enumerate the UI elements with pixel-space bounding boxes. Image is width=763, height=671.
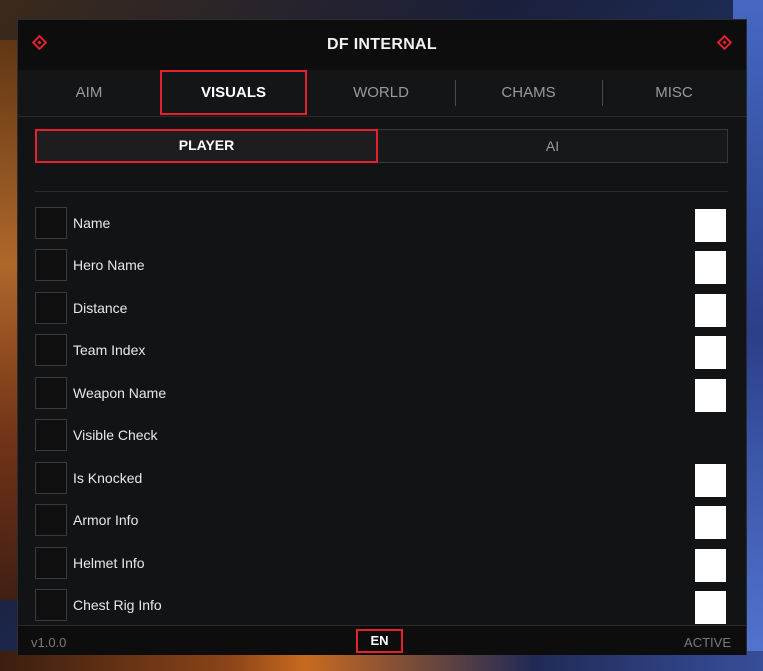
armor-info-checkbox[interactable] (35, 504, 67, 536)
distance-color-swatch[interactable] (695, 294, 726, 327)
tab-misc[interactable]: MISC (602, 70, 746, 115)
option-row-name: Name (35, 207, 728, 242)
option-row-helmet-info: Helmet Info (35, 547, 728, 582)
is-knocked-checkbox[interactable] (35, 462, 67, 494)
sub-tabs: PLAYER AI (35, 129, 728, 163)
option-label: Helmet Info (73, 555, 145, 571)
options-list: Name Hero Name Distance Team Index Weapo… (35, 207, 728, 624)
helmet-info-color-swatch[interactable] (695, 549, 726, 582)
chest-rig-info-color-swatch[interactable] (695, 591, 726, 624)
version-label: v1.0.0 (31, 635, 67, 650)
hero-name-color-swatch[interactable] (695, 251, 726, 284)
option-row-weapon-name: Weapon Name (35, 377, 728, 412)
language-button[interactable]: EN (356, 629, 403, 653)
tab-chams[interactable]: CHAMS (455, 70, 602, 115)
armor-info-color-swatch[interactable] (695, 506, 726, 539)
section-divider (35, 191, 728, 192)
tab-aim[interactable]: AIM (18, 70, 160, 115)
is-knocked-color-swatch[interactable] (695, 464, 726, 497)
tab-visuals[interactable]: VISUALS (160, 70, 307, 115)
visible-check-checkbox[interactable] (35, 419, 67, 451)
team-index-color-swatch[interactable] (695, 336, 726, 369)
weapon-name-color-swatch[interactable] (695, 379, 726, 412)
option-label: Armor Info (73, 512, 139, 528)
weapon-name-checkbox[interactable] (35, 377, 67, 409)
subtab-player[interactable]: PLAYER (35, 129, 378, 163)
option-label: Chest Rig Info (73, 597, 162, 613)
option-label: Name (73, 215, 111, 231)
status-label: ACTIVE (684, 635, 731, 650)
option-label: Distance (73, 300, 128, 316)
option-row-armor-info: Armor Info (35, 504, 728, 539)
option-row-visible-check: Visible Check (35, 419, 728, 453)
option-row-chest-rig-info: Chest Rig Info (35, 589, 728, 624)
subtab-ai[interactable]: AI (378, 130, 727, 162)
window-title: DF INTERNAL (327, 36, 437, 53)
option-label: Visible Check (73, 427, 158, 443)
hero-name-checkbox[interactable] (35, 249, 67, 281)
main-tabs: AIM VISUALS WORLD CHAMS MISC (18, 70, 746, 117)
option-row-is-knocked: Is Knocked (35, 462, 728, 497)
cheat-menu-window: DF INTERNAL AIM VISUALS WORLD CHAMS MISC… (17, 19, 747, 655)
name-checkbox[interactable] (35, 207, 67, 239)
team-index-checkbox[interactable] (35, 334, 67, 366)
helmet-info-checkbox[interactable] (35, 547, 67, 579)
title-bar[interactable]: DF INTERNAL (18, 20, 746, 70)
option-label: Hero Name (73, 257, 145, 273)
footer-bar: v1.0.0 EN ACTIVE (18, 625, 746, 655)
chest-rig-info-checkbox[interactable] (35, 589, 67, 621)
tab-world[interactable]: WORLD (307, 70, 455, 115)
option-label: Team Index (73, 342, 146, 358)
option-label: Is Knocked (73, 470, 143, 486)
option-row-team-index: Team Index (35, 334, 728, 369)
option-row-hero-name: Hero Name (35, 249, 728, 284)
option-label: Weapon Name (73, 385, 167, 401)
distance-checkbox[interactable] (35, 292, 67, 324)
option-row-distance: Distance (35, 292, 728, 327)
name-color-swatch[interactable] (695, 209, 726, 242)
